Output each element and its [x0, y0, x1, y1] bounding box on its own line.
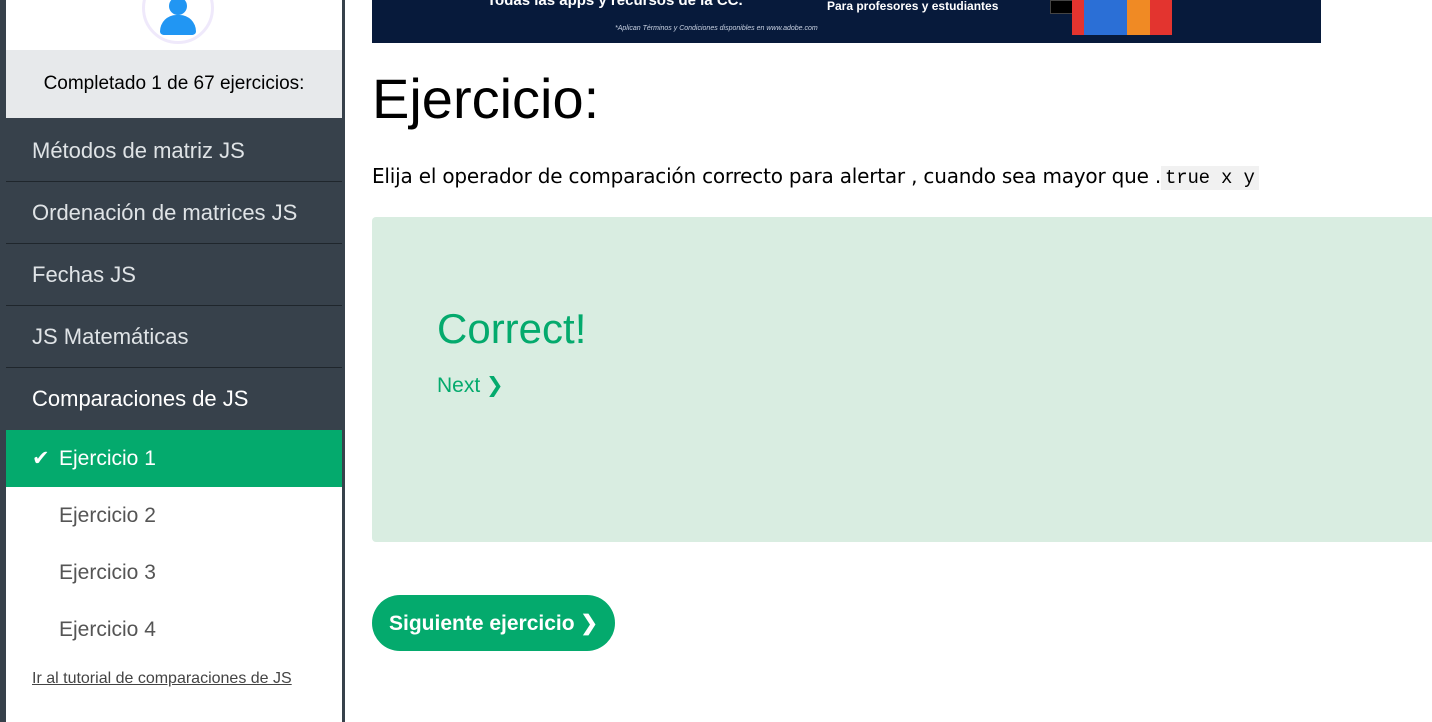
exercise-item-1[interactable]: ✔ Ejercicio 1 [6, 430, 342, 487]
sidebar-item-matematicas[interactable]: JS Matemáticas [6, 306, 342, 368]
sidebar-item-ordenacion-matrices[interactable]: Ordenación de matrices JS [6, 182, 342, 244]
tutorial-link[interactable]: Ir al tutorial de comparaciones de JS [6, 670, 342, 688]
progress-text: Completado 1 de 67 ejercicios: [6, 50, 342, 118]
sidebar: Completado 1 de 67 ejercicios: Métodos d… [0, 0, 345, 722]
result-panel: Correct! Next ❯ [372, 217, 1432, 542]
avatar-area [6, 0, 342, 50]
prompt-text: Elija el operador de comparación correct… [372, 164, 1162, 188]
banner-artwork [1072, 0, 1172, 35]
page-title: Ejercicio: [372, 67, 600, 130]
exercise-label: Ejercicio 1 [59, 446, 156, 470]
sidebar-item-metodos-matriz[interactable]: Métodos de matriz JS [6, 120, 342, 182]
user-icon-body [160, 15, 196, 35]
exercise-item-3[interactable]: Ejercicio 3 [6, 544, 342, 601]
prompt-code: true x y [1161, 166, 1259, 190]
sidebar-panel: Completado 1 de 67 ejercicios: Métodos d… [6, 0, 342, 722]
exercise-item-2[interactable]: Ejercicio 2 [6, 487, 342, 544]
user-icon-head [169, 0, 187, 15]
banner-audience: Para profesores y estudiantes [827, 0, 999, 13]
correct-message: Correct! [437, 305, 587, 352]
ad-banner[interactable]: Todas las apps y recursos de la CC. Para… [372, 0, 1321, 43]
banner-headline: Todas las apps y recursos de la CC. [487, 0, 743, 9]
sidebar-item-fechas[interactable]: Fechas JS [6, 244, 342, 306]
avatar[interactable] [142, 0, 214, 44]
exercise-item-4[interactable]: Ejercicio 4 [6, 601, 342, 658]
sidebar-item-comparaciones[interactable]: Comparaciones de JS [6, 368, 342, 430]
next-exercise-button[interactable]: Siguiente ejercicio ❯ [372, 595, 615, 651]
check-icon: ✔ [32, 447, 50, 470]
exercise-prompt: Elija el operador de comparación correct… [372, 164, 1259, 190]
banner-note: *Aplican Términos y Condiciones disponib… [615, 25, 818, 32]
next-link[interactable]: Next ❯ [437, 373, 504, 398]
